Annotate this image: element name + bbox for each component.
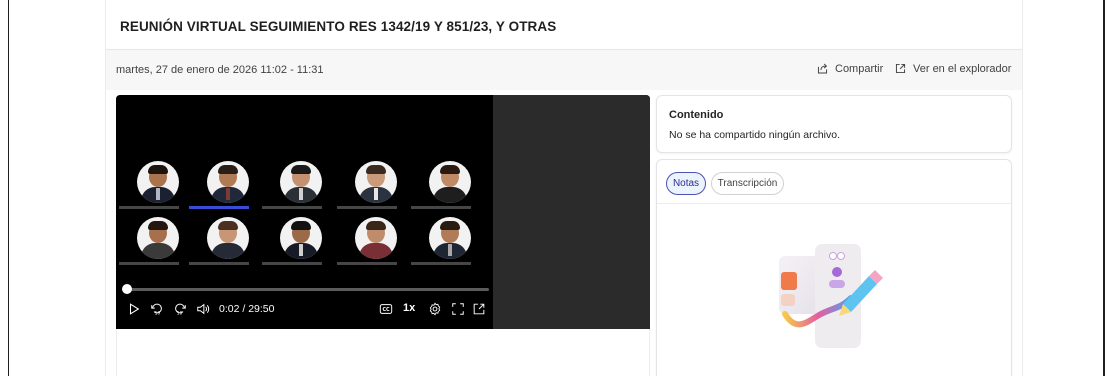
svg-text:10: 10	[177, 310, 183, 316]
speed-button[interactable]: 1x	[403, 302, 415, 314]
meeting-datetime: martes, 27 de enero de 2026 11:02 - 11:3…	[116, 64, 324, 76]
content-empty-text: No se ha compartido ningún archivo.	[669, 129, 841, 141]
popout-button[interactable]	[471, 301, 487, 317]
window-frame-right	[1103, 0, 1105, 376]
settings-button[interactable]	[427, 301, 443, 317]
captions-button[interactable]: CC	[378, 301, 394, 317]
settings-icon	[429, 302, 441, 316]
participant-name-tag	[189, 262, 249, 265]
fullscreen-button[interactable]	[450, 301, 466, 317]
notes-divider	[657, 203, 1011, 204]
share-label: Compartir	[835, 62, 884, 75]
explorer-label: Ver en el explorador	[913, 62, 1012, 75]
content-title: Contenido	[669, 109, 724, 121]
open-external-icon	[895, 63, 906, 74]
participant-name-tag	[119, 262, 179, 265]
video-description-area	[116, 329, 650, 376]
participant-avatar	[429, 217, 471, 259]
window-frame-left	[8, 0, 9, 376]
progress-thumb[interactable]	[122, 284, 132, 294]
popout-icon	[473, 303, 485, 315]
participant-name-tag	[337, 262, 397, 265]
participant-avatar	[207, 217, 249, 259]
rewind-10-icon: 10	[151, 303, 162, 316]
forward-10-button[interactable]: 10	[172, 301, 188, 317]
participant-name-tag	[189, 206, 249, 209]
participant-name-tag	[411, 262, 471, 265]
share-icon	[817, 63, 828, 74]
playback-time: 0:02 / 29:50	[219, 303, 275, 315]
participant-avatar	[355, 217, 397, 259]
captions-icon: CC	[379, 304, 393, 314]
participant-avatar	[355, 161, 397, 203]
svg-text:CC: CC	[382, 307, 390, 313]
participant-avatar	[280, 161, 322, 203]
participant-name-tag	[337, 206, 397, 209]
video-player[interactable]: 10 10 0:02 / 29:50 CC 1x	[116, 95, 650, 329]
share-button[interactable]: Compartir	[816, 62, 883, 75]
play-icon	[129, 303, 140, 315]
rewind-10-button[interactable]: 10	[149, 301, 165, 317]
volume-icon	[197, 303, 210, 315]
content-card: Contenido No se ha compartido ningún arc…	[656, 95, 1012, 153]
forward-10-icon: 10	[175, 303, 186, 316]
volume-button[interactable]	[195, 301, 211, 317]
tab-transcripcion[interactable]: Transcripción	[711, 172, 784, 195]
participant-name-tag	[119, 206, 179, 209]
tab-notas[interactable]: Notas	[666, 172, 706, 195]
participant-avatar	[137, 161, 179, 203]
meeting-title: REUNIÓN VIRTUAL SEGUIMIENTO RES 1342/19 …	[120, 19, 557, 34]
participant-avatar	[207, 161, 249, 203]
participant-name-tag	[411, 206, 471, 209]
video-side-panel	[493, 95, 650, 329]
participant-name-tag	[262, 262, 322, 265]
participant-name-tag	[262, 206, 322, 209]
open-in-explorer-button[interactable]: Ver en el explorador	[894, 62, 1011, 75]
notes-illustration	[779, 244, 883, 348]
svg-text:10: 10	[155, 310, 161, 316]
progress-track[interactable]	[128, 288, 489, 291]
notes-card: Notas Transcripción	[656, 159, 1012, 376]
participant-avatar	[280, 217, 322, 259]
play-button[interactable]	[126, 301, 142, 317]
fullscreen-icon	[452, 303, 464, 315]
participant-avatar	[137, 217, 179, 259]
participant-avatar	[429, 161, 471, 203]
